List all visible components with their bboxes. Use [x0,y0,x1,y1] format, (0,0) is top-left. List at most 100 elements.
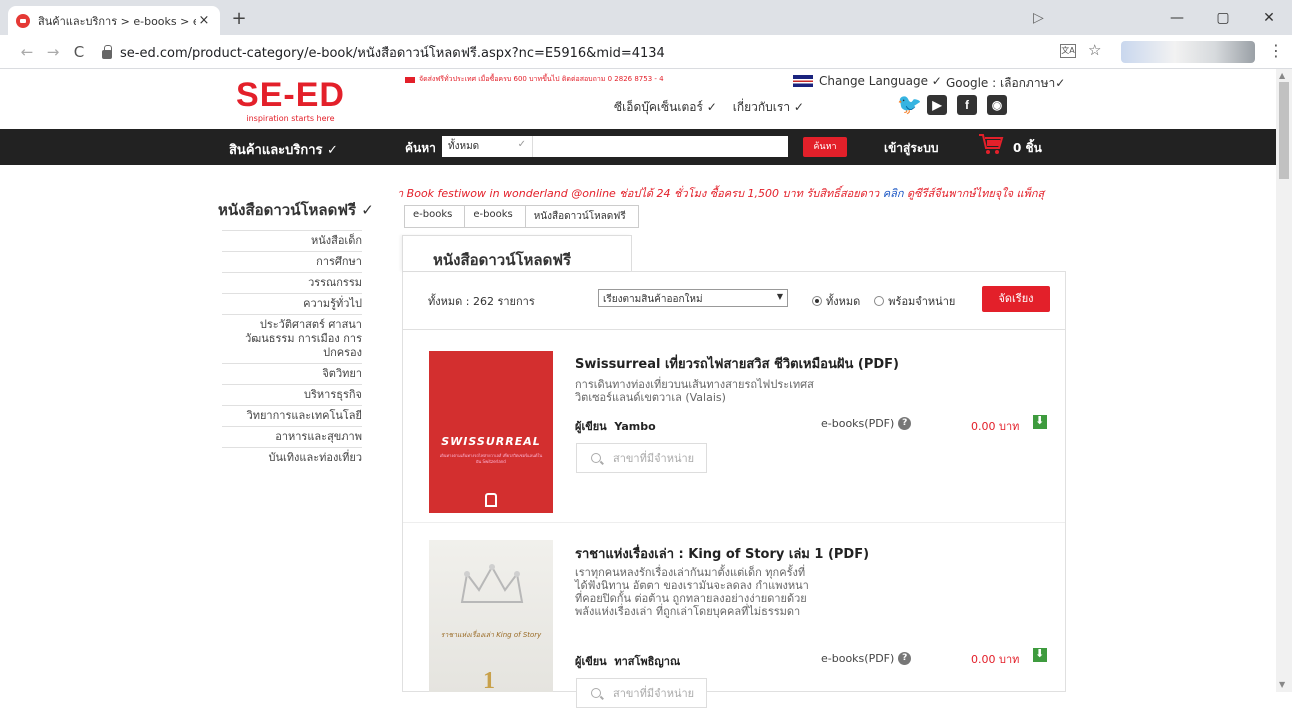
branch-availability-button[interactable]: สาขาที่มีจำหน่าย [576,678,707,708]
branch-availability-button[interactable]: สาขาที่มีจำหน่าย [576,443,707,473]
search-scope-select[interactable]: ทั้งหมด ✓ [442,136,532,157]
product-description: เราทุกคนหลงรักเรื่องเล่ากันมาตั้งแต่เด็ก… [575,566,809,618]
scroll-up-arrow-icon[interactable]: ▲ [1279,71,1285,80]
sidebar-item-history[interactable]: ประวัติศาสตร์ ศาสนา วัฒนธรรม การเมือง กา… [222,314,362,363]
cover-title: ราชาแห่งเรื่องเล่า King of Story [440,631,542,639]
change-language-dropdown[interactable]: Change Language ✓ [793,74,942,88]
total-count: ทั้งหมด : 262 รายการ [428,295,535,308]
radio-available[interactable]: พร้อมจำหน่าย [874,292,955,310]
mouse-pointer-icon: ▷ [1033,10,1044,26]
author-name[interactable]: ทาสโพธิญาณ [614,655,680,668]
search-input[interactable] [532,136,788,157]
window-close-button[interactable]: ✕ [1246,0,1292,35]
url-field[interactable]: se-ed.com/product-category/e-book/หนังสื… [102,39,1112,65]
promo-marquee: า Book festiwow in wonderland @online ช่… [397,184,1087,202]
radio-unselected-icon [874,296,885,306]
sidebar-item-entertainment-travel[interactable]: บันเทิงและท่องเที่ยว [222,447,362,468]
scrollbar-thumb[interactable] [1279,82,1289,179]
help-icon[interactable]: ? [898,417,912,430]
product-format-text: e-books(PDF) [821,417,895,430]
dropdown-arrow-icon: ▼ [776,292,783,301]
chevron-down-icon: ✓ [517,139,526,150]
about-us-menu[interactable]: เกี่ยวกับเรา ✓ [733,98,804,117]
product-title[interactable]: ราชาแห่งเรื่องเล่า : King of Story เล่ม … [575,543,869,564]
sort-select-value: เรียงตามสินค้าออกใหม่ [603,294,703,305]
author-label: ผู้เขียน [575,420,607,433]
minimize-button[interactable]: — [1154,0,1200,35]
author-label: ผู้เขียน [575,655,607,668]
breadcrumb-item[interactable]: e-books [464,205,525,228]
cart-count[interactable]: 0 ชิ้น [1013,139,1042,158]
author-name[interactable]: Yambo [614,420,655,433]
cover-volume-number: 1 [483,668,495,694]
browser-tab[interactable]: สินค้าและบริการ > e-books > e-boo × [8,6,220,35]
search-icon [591,688,601,698]
cover-title: SWISSURREAL [441,435,541,448]
radio-selected-icon [812,296,822,306]
sidebar-item-children-books[interactable]: หนังสือเด็ก [222,230,362,251]
search-button[interactable]: ค้นหา [803,137,847,157]
sidebar-item-literature[interactable]: วรรณกรรม [222,272,362,293]
products-menu[interactable]: สินค้าและบริการ ✓ [229,139,338,160]
se-ed-book-center-menu[interactable]: ซีเอ็ดบุ๊คเซ็นเตอร์ ✓ [614,98,717,117]
sidebar-item-psychology[interactable]: จิตวิทยา [222,363,362,384]
product-title[interactable]: Swissurreal เที่ยวรถไฟสายสวิส ชีวิตเหมือ… [575,353,899,374]
download-icon[interactable] [1033,647,1047,662]
site-favicon-icon [16,13,30,28]
google-translate-dropdown[interactable]: Google : เลือกภาษา✓ [946,74,1065,93]
product-cover-image[interactable]: ราชาแห่งเรื่องเล่า King of Story 1 [429,540,553,694]
product-cover-image[interactable]: SWISSURREAL เดินทางตามเส้นทางรถไฟสายวาเล… [429,351,553,513]
uk-flag-icon [793,75,813,87]
sidebar-category-list: หนังสือเด็ก การศึกษา วรรณกรรม ความรู้ทั่… [222,230,362,468]
product-format: e-books(PDF)? [821,417,912,430]
facebook-icon[interactable]: f [957,95,977,115]
forward-button[interactable]: → [40,43,66,61]
sidebar-item-business[interactable]: บริหารธุรกิจ [222,384,362,405]
help-icon[interactable]: ? [898,652,912,665]
train-icon [485,493,497,507]
scroll-down-arrow-icon[interactable]: ▼ [1279,680,1285,689]
sort-button[interactable]: จัดเรียง [982,286,1050,312]
search-icon [591,453,601,463]
breadcrumb: e-books e-books หนังสือดาวน์โหลดฟรี [404,205,639,228]
new-tab-button[interactable]: + [228,8,250,29]
radio-available-label: พร้อมจำหน่าย [888,295,956,308]
sidebar-item-food-health[interactable]: อาหารและสุขภาพ [222,426,362,447]
sidebar-item-education[interactable]: การศึกษา [222,251,362,272]
sidebar-item-technology[interactable]: วิทยาการและเทคโนโลยี [222,405,362,426]
breadcrumb-item[interactable]: e-books [404,205,465,228]
restore-button[interactable]: ▢ [1200,0,1246,35]
reload-button[interactable]: C [66,43,92,61]
radio-all-label: ทั้งหมด [826,295,861,308]
browser-menu-icon[interactable]: ⋮ [1268,41,1284,60]
product-price: 0.00 บาท [971,420,1020,433]
shipping-info-text: จัดส่งฟรีทั่วประเทศ เมื่อซื้อครบ 600 บาท… [419,75,664,83]
twitter-icon[interactable]: 🐦 [897,95,922,115]
logo-tagline: inspiration starts here [246,114,335,123]
translate-icon[interactable]: 文A [1060,44,1076,58]
profile-avatar[interactable] [1121,41,1255,63]
product-format-text: e-books(PDF) [821,652,895,665]
youtube-icon[interactable]: ▶ [927,95,947,115]
url-text: se-ed.com/product-category/e-book/หนังสื… [120,45,665,61]
back-button[interactable]: ← [14,43,40,61]
line-icon[interactable]: ◉ [987,95,1007,115]
availability-radio-group: ทั้งหมด พร้อมจำหน่าย [812,292,955,310]
breadcrumb-item[interactable]: หนังสือดาวน์โหลดฟรี [524,205,639,228]
branch-availability-label: สาขาที่มีจำหน่าย [613,452,695,465]
change-language-label: Change Language ✓ [819,74,942,88]
promo-text: า Book festiwow in wonderland @online ช่… [397,187,883,200]
bookmark-star-icon[interactable]: ☆ [1088,41,1101,59]
login-link[interactable]: เข้าสู่ระบบ [884,139,939,158]
cart-icon[interactable] [978,132,1004,156]
sort-select[interactable]: เรียงตามสินค้าออกใหม่ ▼ [598,289,788,307]
tab-close-icon[interactable]: × [196,13,212,28]
sidebar-item-general-knowledge[interactable]: ความรู้ทั่วไป [222,293,362,314]
logo-text: SE-ED [236,76,345,114]
radio-all[interactable]: ทั้งหมด [812,292,860,310]
download-icon[interactable] [1033,414,1047,429]
se-ed-logo[interactable]: SE-ED inspiration starts here [218,78,363,123]
search-scope-value: ทั้งหมด [448,141,480,152]
promo-link[interactable]: คลิก [883,187,904,200]
sidebar-title[interactable]: หนังสือดาวน์โหลดฟรี ✓ [218,198,374,222]
